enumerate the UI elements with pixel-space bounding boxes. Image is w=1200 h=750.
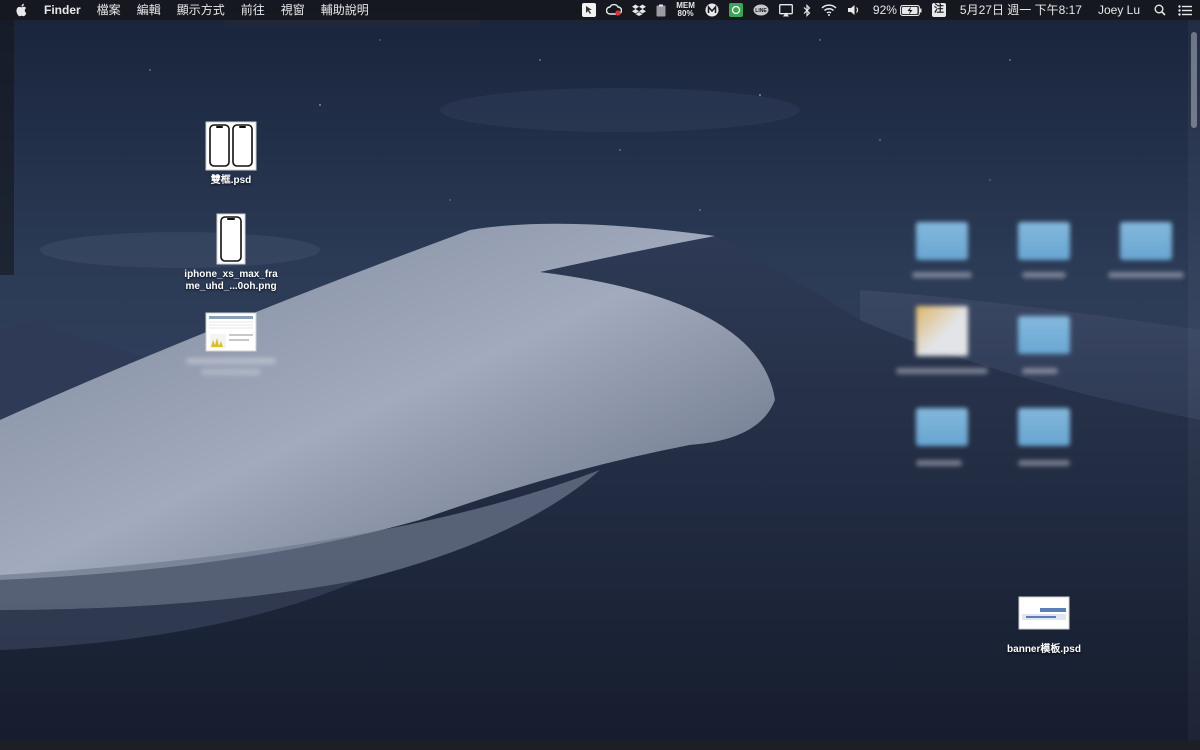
menu-window[interactable]: 視窗 — [281, 0, 305, 20]
blurred-folder-label — [1022, 368, 1058, 374]
blurred-file-name — [186, 358, 276, 364]
cursor-app-icon[interactable] — [582, 0, 597, 20]
desktop-file-banner-template-psd[interactable]: banner模板.psd — [984, 596, 1104, 656]
desktop-file-spreadsheet[interactable] — [171, 312, 291, 375]
folder-icon[interactable] — [916, 222, 968, 260]
blurred-document-thumbnail[interactable] — [916, 306, 968, 356]
input-method-icon[interactable]: 注 — [931, 0, 946, 20]
blurred-folder-label — [916, 460, 962, 466]
wifi-icon[interactable] — [821, 0, 837, 20]
menu-file[interactable]: 檔案 — [97, 0, 121, 20]
notification-center-icon[interactable] — [1178, 0, 1192, 20]
battery-charging-icon[interactable] — [899, 0, 922, 20]
spreadsheet-thumbnail-icon — [205, 312, 257, 352]
phone-frame-png-icon — [216, 213, 246, 265]
desktop-file-double-frame-psd[interactable]: 雙框.psd — [171, 121, 291, 187]
folder-icon[interactable] — [1018, 408, 1070, 446]
menu-bar: Finder 檔案 編輯 顯示方式 前往 視窗 輔助說明 MEM 80% LIN… — [0, 0, 1200, 20]
blurred-folder-label — [912, 272, 972, 278]
bottom-window-edge — [0, 740, 1200, 750]
menu-view[interactable]: 顯示方式 — [177, 0, 225, 20]
menu-app-finder[interactable]: Finder — [44, 0, 81, 20]
psd-double-phone-frame-icon — [205, 121, 257, 171]
m-app-icon[interactable] — [705, 0, 719, 20]
mem-value: 80% — [677, 9, 694, 18]
dropbox-icon[interactable] — [632, 0, 647, 20]
folder-icon[interactable] — [916, 408, 968, 446]
folder-icon[interactable] — [1018, 316, 1070, 354]
bluetooth-icon[interactable] — [803, 0, 811, 20]
menu-go[interactable]: 前往 — [241, 0, 265, 20]
user-name[interactable]: Joey Lu — [1098, 0, 1140, 20]
blurred-folder-label — [1022, 272, 1066, 278]
menu-help[interactable]: 輔助說明 — [321, 0, 369, 20]
creative-cloud-icon[interactable] — [606, 0, 623, 20]
spotlight-search-icon[interactable] — [1154, 0, 1166, 20]
clock-datetime[interactable]: 5月27日 週一 下午8:17 — [960, 0, 1082, 20]
menu-edit[interactable]: 編輯 — [137, 0, 161, 20]
desktop[interactable]: Finder 檔案 編輯 顯示方式 前往 視窗 輔助說明 MEM 80% LIN… — [0, 0, 1200, 750]
folder-icon[interactable] — [1018, 222, 1070, 260]
blurred-file-name-line-2 — [201, 369, 261, 375]
vertical-scrollbar[interactable] — [1188, 20, 1200, 742]
memory-monitor-icon[interactable]: MEM 80% — [676, 0, 695, 20]
green-app-icon[interactable] — [728, 0, 743, 20]
volume-icon[interactable] — [847, 0, 861, 20]
background-window-edge[interactable] — [0, 20, 14, 275]
blurred-folder-label — [896, 368, 988, 374]
svg-text:LINE: LINE — [755, 8, 767, 14]
clipboard-icon[interactable] — [656, 0, 666, 20]
blurred-folder-label — [1018, 460, 1070, 466]
battery-percent[interactable]: 92% — [873, 0, 897, 20]
file-name-line-2: me_uhd_...0oh.png — [185, 281, 277, 292]
blurred-folder-label — [1108, 272, 1184, 278]
file-name-line-1: iphone_xs_max_fra — [184, 269, 278, 280]
folder-icon[interactable] — [1120, 222, 1172, 260]
airplay-icon[interactable] — [778, 0, 793, 20]
apple-icon[interactable] — [14, 0, 28, 20]
scrollbar-thumb[interactable] — [1191, 32, 1197, 128]
line-icon[interactable]: LINE — [753, 0, 769, 20]
desktop-file-iphone-frame-png[interactable]: iphone_xs_max_fra me_uhd_...0oh.png — [171, 213, 291, 293]
file-name: banner模板.psd — [1007, 644, 1081, 655]
file-name: 雙框.psd — [210, 175, 252, 186]
banner-psd-icon — [1018, 596, 1070, 630]
